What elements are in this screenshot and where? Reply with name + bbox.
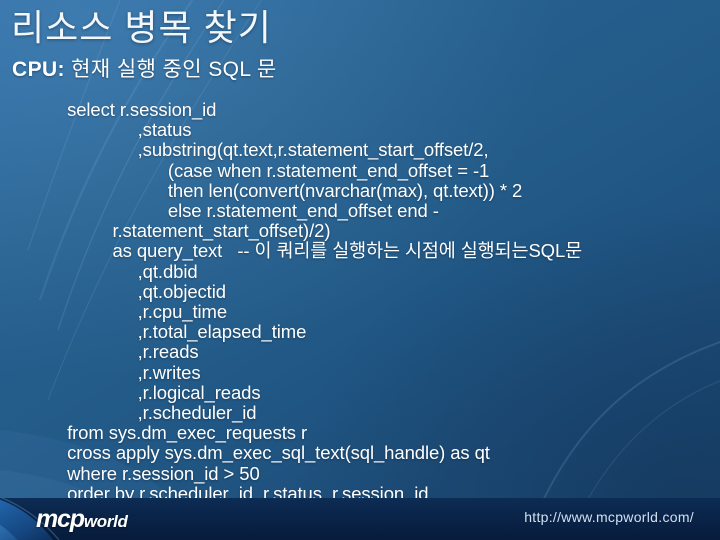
sql-code-block: select r.session_id ,status ,substring(q…: [57, 99, 717, 504]
sql-line: r.statement_start_offset)/2): [57, 220, 331, 242]
sql-line: else r.statement_end_offset end -: [57, 200, 439, 222]
site-url: http://www.mcpworld.com/: [524, 509, 694, 525]
sql-line: ,qt.objectid: [57, 280, 226, 302]
slide-title: 리소스 병목 찾기: [11, 7, 272, 48]
sql-line: ,r.logical_reads: [57, 381, 261, 403]
sql-line: ,r.total_elapsed_time: [57, 321, 307, 343]
subtitle-rest: 현재 실행 중인 SQL 문: [64, 58, 277, 81]
sql-line: select r.session_id: [57, 99, 217, 120]
sql-line: where r.session_id > 50: [57, 462, 260, 484]
mcpworld-logo: mcpworld: [36, 506, 128, 535]
logo-world-text: world: [83, 512, 128, 531]
subtitle-lead: CPU:: [12, 58, 65, 81]
sql-line: then len(convert(nvarchar(max), qt.text)…: [57, 179, 523, 201]
sql-line: from sys.dm_exec_requests r: [57, 422, 308, 444]
logo-mcp-text: mcp: [36, 505, 85, 533]
sql-line: ,r.reads: [57, 341, 199, 363]
slide-canvas: 리소스 병목 찾기 CPU: 현재 실행 중인 SQL 문 select r.s…: [0, 0, 720, 540]
slide-subtitle: CPU: 현재 실행 중인 SQL 문: [12, 57, 277, 83]
sql-line: as query_text -- 이 쿼리를 실행하는 시점에 실행되는SQL문: [57, 240, 583, 262]
sql-line: ,substring(qt.text,r.statement_start_off…: [57, 139, 489, 161]
sql-line: ,r.scheduler_id: [57, 402, 257, 424]
footer-band: mcpworld http://www.mcpworld.com/: [0, 498, 720, 540]
sql-line: ,status: [57, 119, 192, 141]
sql-line: ,r.writes: [57, 361, 201, 383]
sql-line: cross apply sys.dm_exec_sql_text(sql_han…: [57, 442, 490, 464]
sql-line: ,qt.dbid: [57, 260, 198, 282]
sql-line: (case when r.statement_end_offset = -1: [57, 159, 490, 181]
sql-line: ,r.cpu_time: [57, 301, 228, 323]
